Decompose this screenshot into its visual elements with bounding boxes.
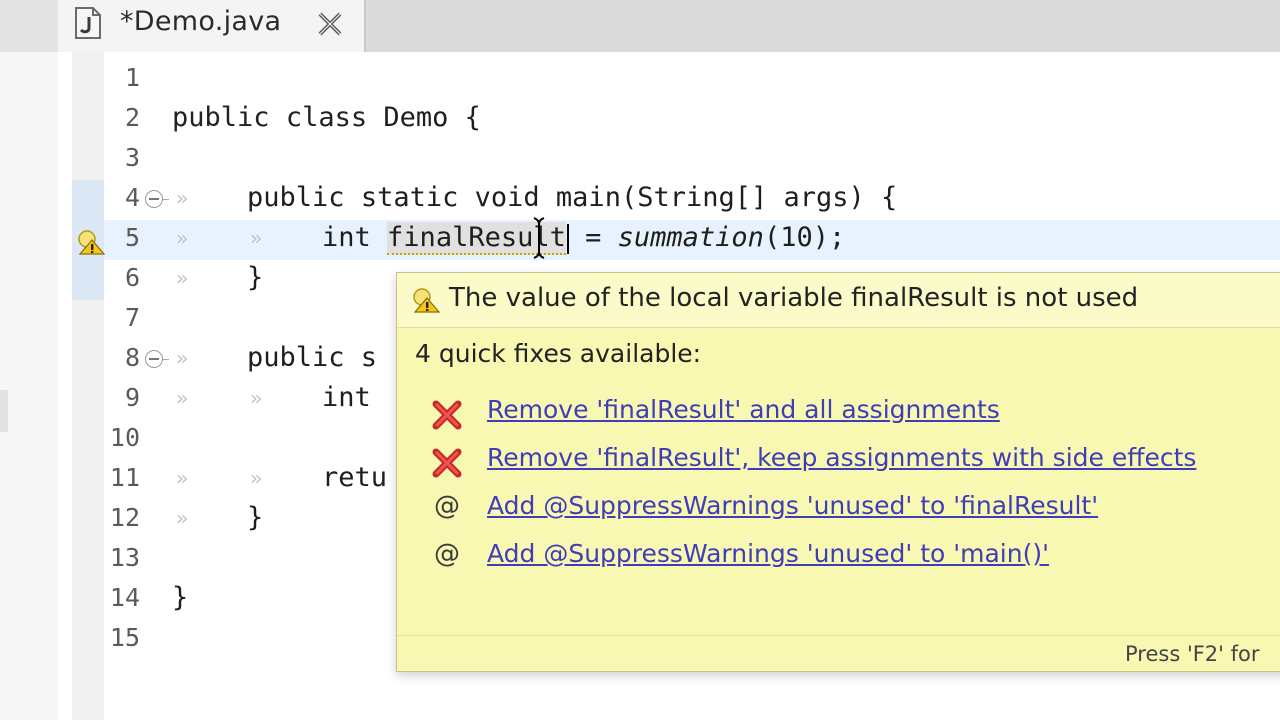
quick-fix-count: 4 quick fixes available: <box>415 339 702 368</box>
line-number: 3 <box>124 143 140 172</box>
method-call: summation <box>617 222 764 253</box>
annotation-icon: @ <box>434 539 460 569</box>
quick-fix-item[interactable]: @ Add @SuppressWarnings 'unused' to 'mai… <box>397 537 1280 581</box>
code-line-9[interactable]: int <box>322 378 371 418</box>
line-number: 6 <box>124 263 140 292</box>
fold-toggle-icon[interactable] <box>145 350 169 368</box>
editor-tab-bar: *Demo.java <box>0 0 1280 52</box>
whitespace-tab-marker: » <box>250 466 263 490</box>
code-line-8[interactable]: public s <box>247 338 377 378</box>
keyword: public <box>172 102 270 133</box>
line-number: 7 <box>124 303 140 332</box>
close-icon[interactable] <box>316 10 344 38</box>
focus-hint: Press 'F2' for <box>1125 642 1260 666</box>
line-number: 13 <box>109 543 140 572</box>
quick-fix-header: The value of the local variable finalRes… <box>397 273 1280 328</box>
whitespace-tab-marker: » <box>176 466 189 490</box>
line-number: 8 <box>124 343 140 372</box>
warning-lightbulb-icon <box>413 288 441 313</box>
method-signature: main(String[] args) { <box>555 182 898 213</box>
keyword: void <box>474 182 540 213</box>
warning-lightbulb-icon[interactable] <box>76 228 106 256</box>
class-name: Demo <box>383 102 449 133</box>
line-number: 9 <box>124 383 140 412</box>
code-line-12[interactable]: } <box>247 498 263 538</box>
line-number: 10 <box>109 423 140 452</box>
whitespace-tab-marker: » <box>176 186 189 210</box>
line-number: 2 <box>124 103 140 132</box>
quick-fix-link[interactable]: Remove 'finalResult' and all assignments <box>487 395 1000 424</box>
code-line-14[interactable]: } <box>172 578 188 618</box>
line-number: 14 <box>109 583 140 612</box>
editor-left-border <box>0 52 58 720</box>
quick-fix-link[interactable]: Add @SuppressWarnings 'unused' to 'final… <box>487 491 1098 520</box>
quick-fix-link[interactable]: Remove 'finalResult', keep assignments w… <box>487 443 1196 472</box>
tab-title: *Demo.java <box>120 6 282 37</box>
keyword: static <box>360 182 459 213</box>
line-number: 11 <box>109 463 140 492</box>
side-marker <box>0 390 8 432</box>
quick-fix-item[interactable]: @ Add @SuppressWarnings 'unused' to 'fin… <box>397 489 1280 533</box>
keyword: class <box>285 102 368 133</box>
line-number: 4 <box>124 183 140 212</box>
code-line-6[interactable]: } <box>247 258 263 298</box>
remove-icon <box>432 400 462 430</box>
quick-fix-item[interactable]: Remove 'finalResult' and all assignments <box>397 393 1280 437</box>
remove-icon <box>432 448 462 478</box>
brace: { <box>464 102 481 133</box>
whitespace-tab-marker: » <box>176 386 189 410</box>
whitespace-tab-marker: » <box>250 226 263 250</box>
quick-fix-footer: Press 'F2' for <box>397 635 1280 672</box>
tab-bar-empty-area <box>365 0 1280 52</box>
line-number: 15 <box>109 623 140 652</box>
keyword: int <box>322 222 371 253</box>
quick-fix-popup[interactable]: The value of the local variable finalRes… <box>396 272 1280 672</box>
code-line-2[interactable]: public class Demo { <box>172 98 481 138</box>
mouse-ibeam-cursor-icon <box>533 217 545 259</box>
call-args: (10); <box>763 222 846 253</box>
whitespace-tab-marker: » <box>250 386 263 410</box>
line-number: 1 <box>124 63 140 92</box>
whitespace-tab-marker: » <box>176 346 189 370</box>
quick-fix-link[interactable]: Add @SuppressWarnings 'unused' to 'main(… <box>487 539 1049 568</box>
quick-fix-item[interactable]: Remove 'finalResult', keep assignments w… <box>397 441 1280 485</box>
code-line-5[interactable]: int finalResult = summation(10); <box>322 218 845 258</box>
problem-description: The value of the local variable finalRes… <box>449 283 1139 313</box>
fold-toggle-icon[interactable] <box>145 190 169 208</box>
whitespace-tab-marker: » <box>176 226 189 250</box>
keyword: public <box>247 182 345 213</box>
whitespace-tab-marker: » <box>176 266 189 290</box>
annotation-icon: @ <box>434 491 460 521</box>
line-number: 5 <box>124 223 140 252</box>
assign-operator: = <box>568 222 618 253</box>
code-line-4[interactable]: public static void main(String[] args) { <box>247 178 897 218</box>
whitespace-tab-marker: » <box>176 506 189 530</box>
java-file-icon <box>75 7 101 39</box>
code-line-11[interactable]: retu <box>322 458 387 498</box>
line-number: 12 <box>109 503 140 532</box>
